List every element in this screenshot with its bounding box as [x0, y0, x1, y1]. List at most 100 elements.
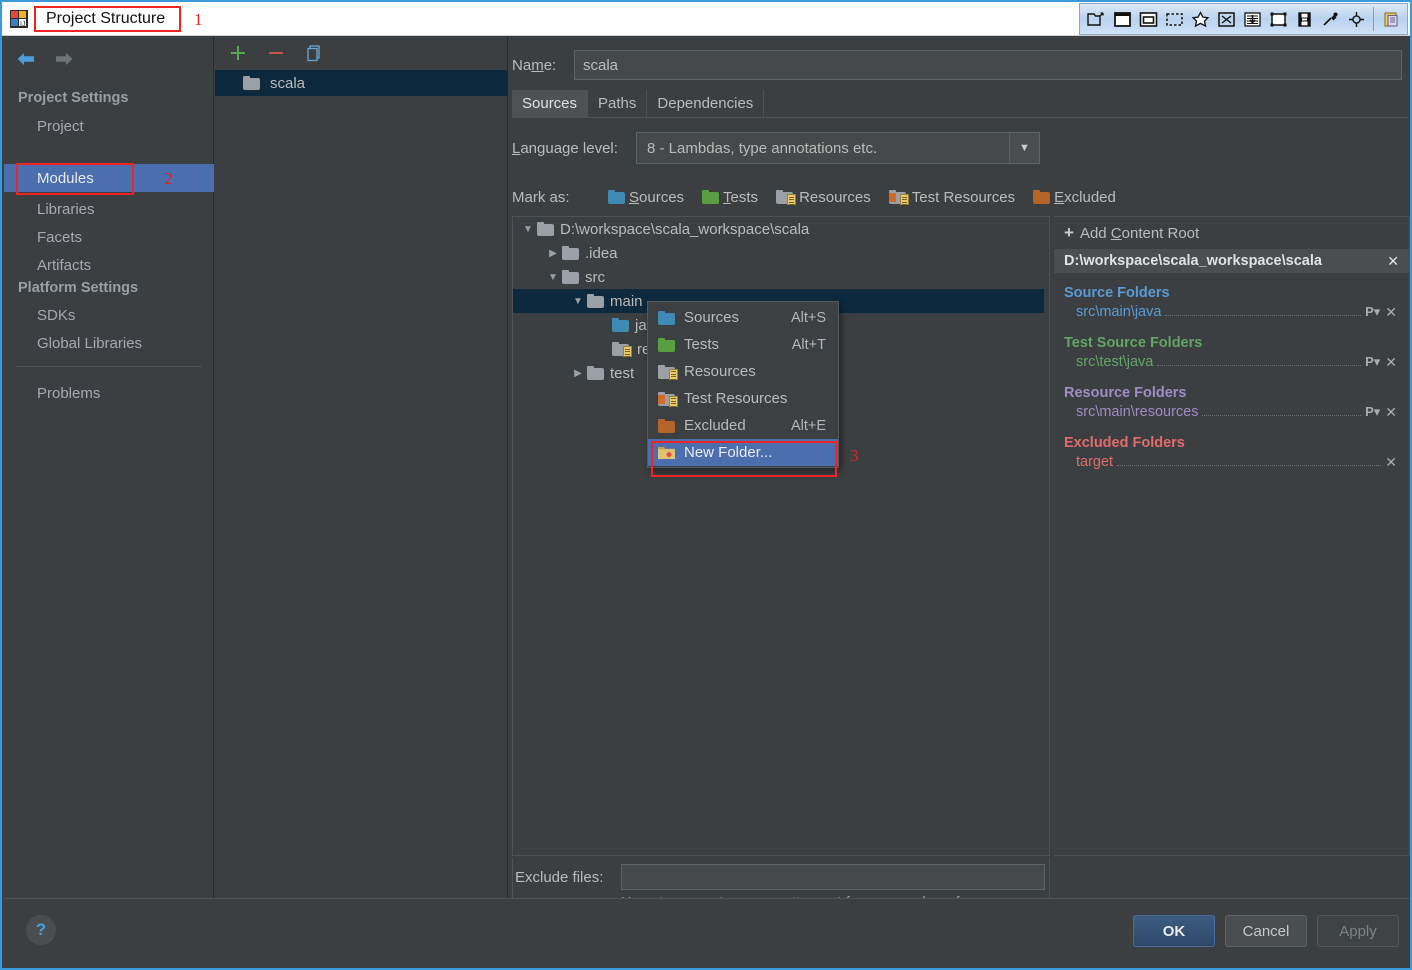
chevron-down-icon[interactable]: ▼ [519, 220, 537, 238]
content-roots-panel: + Add Content Root D:\workspace\scala_wo… [1054, 216, 1410, 856]
screen-capture-toolbar[interactable] [1079, 3, 1408, 35]
menu-item-shortcut: Alt+S [790, 309, 826, 326]
module-list-item-scala[interactable]: scala [215, 70, 508, 96]
video-capture-icon[interactable] [1291, 5, 1317, 33]
color-picker-icon[interactable] [1317, 5, 1343, 33]
content-root-path: D:\workspace\scala_workspace\scala [1064, 253, 1322, 269]
close-icon[interactable]: ✕ [1385, 304, 1397, 321]
chevron-down-icon[interactable]: ▼ [569, 292, 587, 310]
window-with-titlebar-icon[interactable] [1135, 5, 1161, 33]
open-folder-icon[interactable] [1083, 5, 1109, 33]
copy-icon[interactable] [303, 42, 325, 64]
add-content-root-label: Add Content Root [1079, 224, 1200, 242]
tab-paths[interactable]: Paths [588, 90, 648, 117]
close-icon[interactable]: ✕ [1387, 253, 1399, 270]
tab-label: Sources [522, 95, 578, 112]
folder-row[interactable]: target ✕ [1064, 451, 1409, 473]
plus-icon[interactable] [227, 42, 249, 64]
language-level-dropdown[interactable]: 8 - Lambdas, type annotations etc. ▼ [636, 132, 1040, 164]
package-prefix-icon[interactable]: P▾ [1365, 354, 1380, 370]
package-prefix-icon[interactable]: P▾ [1365, 304, 1380, 320]
mark-as-resources-button[interactable]: Resources [776, 189, 871, 206]
rectangle-select-icon[interactable] [1161, 5, 1187, 33]
folder-row[interactable]: src\test\java P▾ ✕ [1064, 351, 1409, 373]
minus-icon[interactable] [265, 42, 287, 64]
close-icon[interactable]: ✕ [1385, 404, 1397, 421]
tree-node-src[interactable]: ▼ src [513, 265, 1049, 289]
arrow-left-icon[interactable] [14, 48, 38, 70]
sidebar-item-global-libraries[interactable]: Global Libraries [4, 329, 214, 357]
exclude-files-row: Exclude files: [513, 858, 1049, 890]
sidebar-item-sdks[interactable]: SDKs [4, 301, 214, 329]
folder-sources-icon [612, 318, 629, 332]
fullscreen-icon[interactable] [1213, 5, 1239, 33]
freehand-select-icon[interactable] [1187, 5, 1213, 33]
menu-item-resources[interactable]: Resources [648, 358, 838, 385]
tab-sources[interactable]: Sources [512, 90, 589, 117]
chevron-right-icon[interactable]: ▶ [569, 364, 587, 382]
module-name-input[interactable] [574, 50, 1402, 80]
close-icon[interactable]: ✕ [1385, 454, 1397, 471]
module-name-label: Name: [512, 56, 557, 74]
module-tabs: Sources Paths Dependencies [512, 90, 1408, 118]
chevron-right-icon[interactable]: ▶ [544, 244, 562, 262]
annotation-marker-3: 3 [850, 446, 859, 465]
menu-item-new-folder[interactable]: New Folder... [648, 439, 838, 466]
scrolling-capture-icon[interactable] [1239, 5, 1265, 33]
apply-button: Apply [1317, 915, 1399, 947]
dotted-filler [1165, 304, 1362, 316]
tree-node-idea[interactable]: ▶ .idea [513, 241, 1049, 265]
cancel-label: Cancel [1242, 922, 1290, 940]
crosshair-icon[interactable] [1343, 5, 1369, 33]
sidebar-item-problems[interactable]: Problems [4, 379, 214, 407]
chevron-down-icon[interactable]: ▼ [1009, 133, 1039, 163]
arrow-right-icon[interactable] [52, 48, 76, 70]
tree-node-root[interactable]: ▼ D:\workspace\scala_workspace\scala [513, 217, 1049, 241]
chevron-down-icon[interactable]: ▼ [544, 268, 562, 286]
cancel-button[interactable]: Cancel [1225, 915, 1307, 947]
menu-item-tests[interactable]: Tests Alt+T [648, 331, 838, 358]
navigation-arrows [14, 48, 76, 70]
sidebar-item-artifacts[interactable]: Artifacts [4, 251, 214, 279]
intellij-idea-icon: IJ [10, 10, 28, 28]
tab-dependencies[interactable]: Dependencies [647, 90, 765, 117]
tab-label: Paths [598, 95, 637, 112]
svg-text:IJ: IJ [20, 21, 25, 28]
exclude-files-input[interactable] [621, 864, 1045, 890]
menu-item-sources[interactable]: Sources Alt+S [648, 304, 838, 331]
help-button[interactable]: ? [26, 915, 56, 945]
sidebar-item-libraries[interactable]: Libraries [4, 195, 214, 223]
clipboard-icon[interactable] [1378, 5, 1404, 33]
sidebar-divider [16, 366, 202, 367]
menu-item-excluded[interactable]: Excluded Alt+E [648, 412, 838, 439]
mark-as-excluded-button[interactable]: Excluded [1033, 189, 1116, 206]
folder-row[interactable]: src\main\resources P▾ ✕ [1064, 401, 1409, 423]
full-window-icon[interactable] [1109, 5, 1135, 33]
tree-node-label: D:\workspace\scala_workspace\scala [560, 220, 810, 238]
close-icon[interactable]: ✕ [1385, 354, 1397, 371]
plus-icon: + [1064, 223, 1074, 242]
mark-as-tests-button[interactable]: Tests [702, 189, 758, 206]
folder-gray-icon [587, 366, 604, 380]
mark-as-context-menu[interactable]: Sources Alt+S Tests Alt+T Resources Test… [647, 301, 839, 477]
ok-button[interactable]: OK [1133, 915, 1215, 947]
package-prefix-icon[interactable]: P▾ [1365, 404, 1380, 420]
mark-as-test-resources-button[interactable]: Test Resources [888, 189, 1015, 206]
folder-excluded-icon [1033, 190, 1051, 204]
sidebar-item-modules[interactable]: Modules [4, 164, 214, 192]
row-actions: P▾ ✕ [1365, 304, 1409, 321]
folder-resources-icon [776, 190, 797, 205]
sidebar-item-project[interactable]: Project [4, 112, 214, 140]
folder-excluded-icon [658, 418, 677, 433]
sidebar-item-label: Global Libraries [37, 334, 143, 352]
menu-item-test-resources[interactable]: Test Resources [648, 385, 838, 412]
sidebar-item-label: Modules [37, 169, 94, 187]
add-content-root-button[interactable]: + Add Content Root [1054, 217, 1409, 249]
folder-sources-icon [658, 310, 677, 325]
folder-row[interactable]: src\main\java P▾ ✕ [1064, 301, 1409, 323]
dotted-filler [1117, 454, 1382, 466]
sidebar-item-facets[interactable]: Facets [4, 223, 214, 251]
folder-gray-icon [562, 270, 579, 284]
mark-as-sources-button[interactable]: Sources [608, 189, 684, 206]
active-window-icon[interactable] [1265, 5, 1291, 33]
